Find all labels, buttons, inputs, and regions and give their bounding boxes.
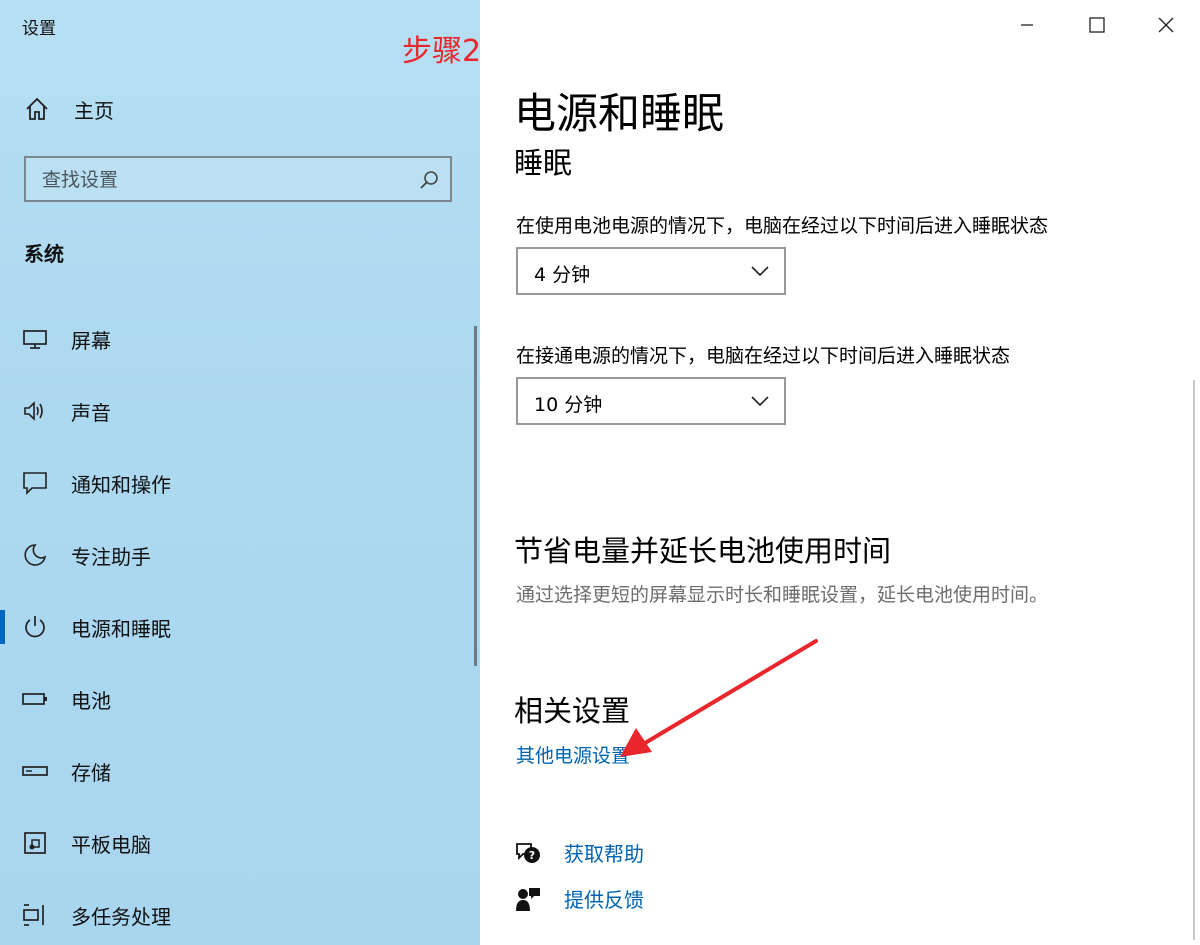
moon-icon	[24, 544, 47, 566]
sidebar-home[interactable]: 主页	[24, 92, 114, 126]
speaker-icon	[24, 401, 43, 421]
get-help-link[interactable]: 获取帮助	[564, 838, 644, 867]
search-icon[interactable]	[418, 169, 440, 191]
battery-sleep-value: 4 分钟	[534, 264, 591, 286]
chevron-down-icon	[751, 396, 769, 407]
maximize-icon	[1089, 17, 1105, 33]
sidebar-item-sound[interactable]: 声音	[0, 386, 470, 434]
give-feedback-link[interactable]: 提供反馈	[564, 884, 644, 913]
sidebar-item-label: 声音	[71, 401, 111, 425]
save-power-description: 通过选择更短的屏幕显示时长和睡眠设置，延长电池使用时间。	[516, 584, 1049, 606]
maximize-button[interactable]	[1077, 10, 1117, 40]
help-chat-icon: ?	[516, 842, 540, 863]
sidebar-item-display[interactable]: 屏幕	[0, 314, 470, 362]
sidebar-item-power-sleep[interactable]: 电源和睡眠	[0, 602, 470, 650]
svg-text:?: ?	[529, 849, 535, 862]
main-scrollbar[interactable]	[1193, 380, 1195, 940]
sidebar-item-label: 专注助手	[71, 545, 151, 569]
save-power-heading: 节省电量并延长电池使用时间	[514, 534, 892, 568]
window-title: 设置	[22, 19, 56, 39]
sidebar-item-label: 存储	[71, 761, 111, 785]
plugged-sleep-value: 10 分钟	[534, 394, 603, 416]
home-icon	[26, 97, 48, 120]
sidebar-item-label: 屏幕	[71, 329, 111, 353]
sidebar-item-label: 多任务处理	[71, 905, 171, 929]
power-icon	[25, 616, 45, 638]
search-input[interactable]	[40, 158, 414, 202]
annotation-step-label: 步骤2	[402, 34, 482, 69]
sidebar-item-tablet[interactable]: 平板电脑	[0, 818, 470, 866]
minimize-icon	[1021, 24, 1033, 26]
give-feedback-row[interactable]: 提供反馈	[514, 884, 644, 913]
minimize-button[interactable]	[1007, 10, 1047, 40]
battery-sleep-dropdown[interactable]: 4 分钟	[516, 247, 786, 295]
sidebar-item-label: 通知和操作	[71, 473, 171, 497]
storage-icon	[22, 766, 48, 776]
sidebar-home-label: 主页	[74, 98, 114, 123]
sidebar-item-battery[interactable]: 电池	[0, 674, 470, 722]
monitor-icon	[23, 330, 47, 349]
get-help-row[interactable]: ? 获取帮助	[514, 838, 644, 867]
sidebar-item-label: 电源和睡眠	[71, 617, 171, 641]
chevron-down-icon	[751, 266, 769, 277]
multitask-icon	[23, 904, 44, 926]
sidebar-item-focus-assist[interactable]: 专注助手	[0, 530, 470, 578]
plugged-sleep-dropdown[interactable]: 10 分钟	[516, 377, 786, 425]
sidebar-item-multitasking[interactable]: 多任务处理	[0, 890, 470, 938]
sleep-heading: 睡眠	[514, 146, 573, 180]
battery-sleep-label: 在使用电池电源的情况下，电脑在经过以下时间后进入睡眠状态	[516, 215, 1049, 237]
feedback-icon	[516, 887, 540, 911]
battery-icon	[22, 693, 47, 705]
sidebar-item-storage[interactable]: 存储	[0, 746, 470, 794]
search-box	[24, 156, 452, 202]
additional-power-settings-link[interactable]: 其他电源设置	[516, 741, 630, 768]
plugged-sleep-label: 在接通电源的情况下，电脑在经过以下时间后进入睡眠状态	[516, 345, 1011, 367]
sidebar-scrollbar[interactable]	[474, 326, 477, 666]
sidebar: 设置 主页 系统 屏幕 声音 通知和操作	[0, 0, 480, 945]
sidebar-item-label: 平板电脑	[71, 833, 151, 857]
sidebar-item-label: 电池	[71, 689, 111, 713]
sidebar-section-system: 系统	[24, 242, 64, 266]
close-button[interactable]	[1146, 10, 1186, 40]
sidebar-item-notifications[interactable]: 通知和操作	[0, 458, 470, 506]
related-settings-heading: 相关设置	[514, 694, 631, 728]
page-title: 电源和睡眠	[514, 89, 725, 138]
tablet-icon	[24, 832, 46, 854]
notification-icon	[23, 472, 47, 495]
close-icon	[1158, 17, 1174, 33]
